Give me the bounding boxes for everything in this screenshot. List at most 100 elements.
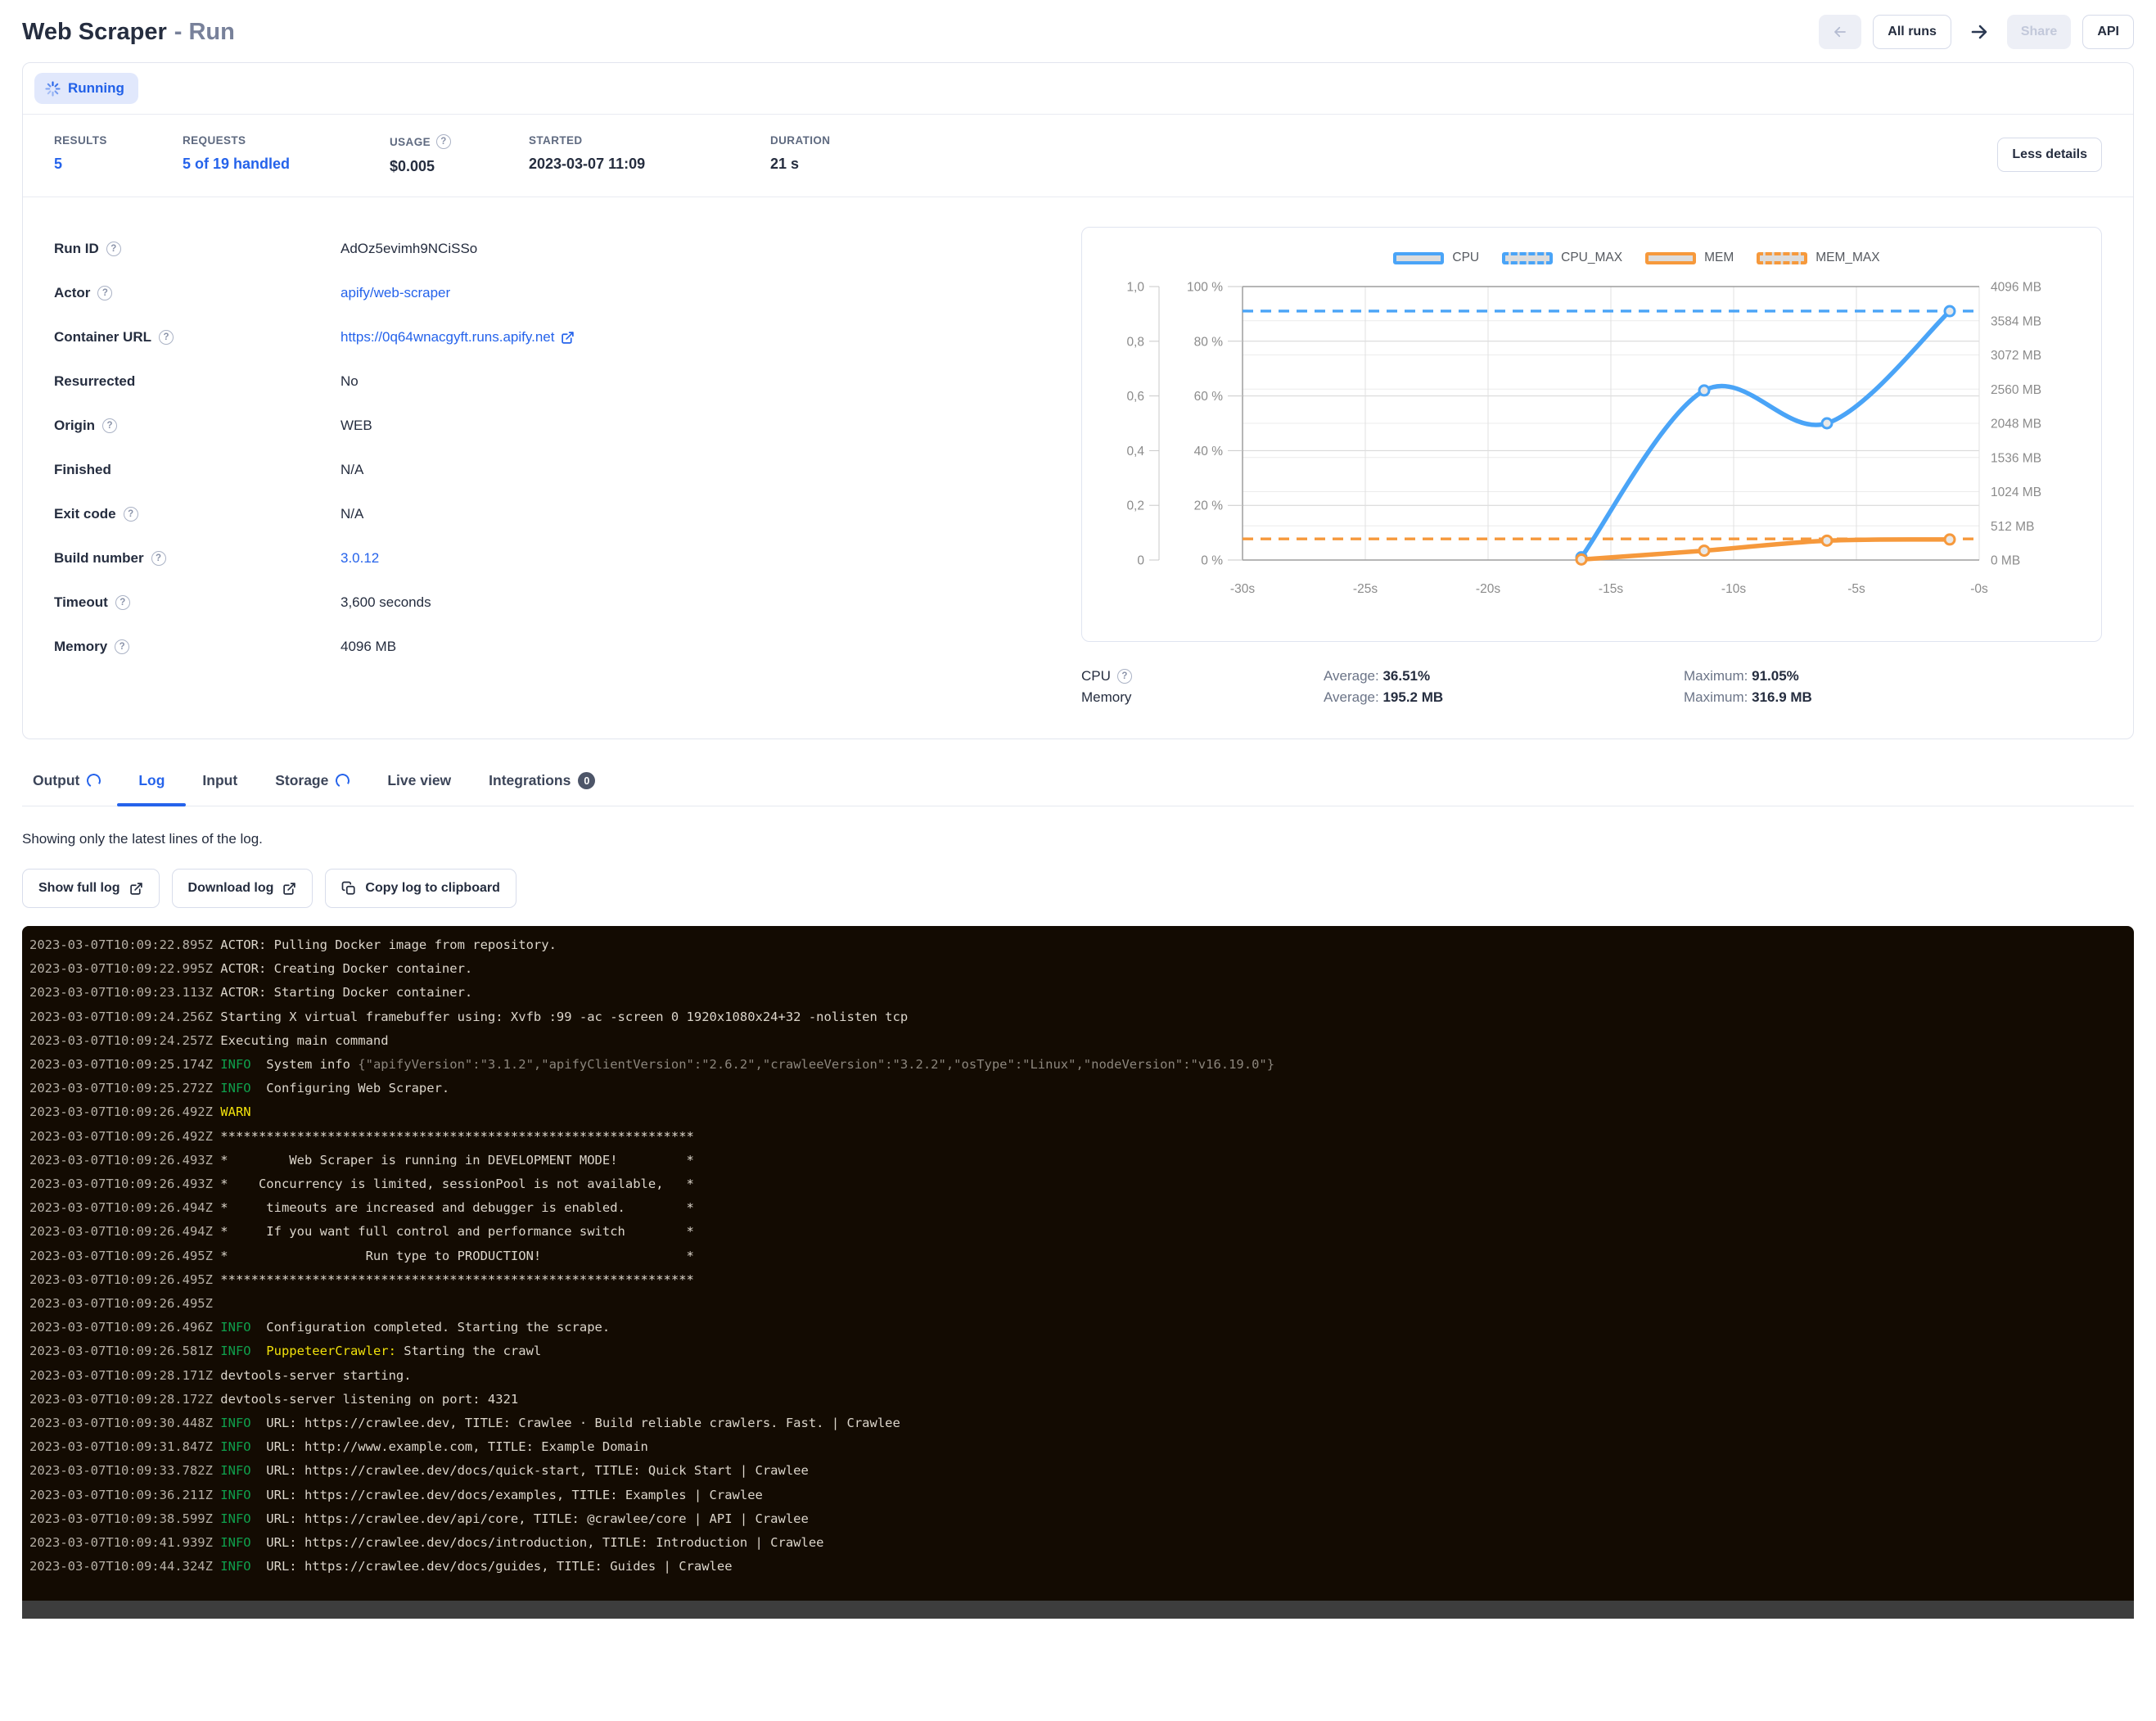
page: Web Scraper - Run All runs Share API bbox=[0, 0, 2156, 1619]
header-nav: All runs Share API bbox=[1819, 15, 2134, 49]
mem-line bbox=[1581, 540, 1950, 560]
chart-column: CPUCPU_MAXMEMMEM_MAX 1,00,80,60,40,20100… bbox=[1081, 227, 2102, 706]
all-runs-button[interactable]: All runs bbox=[1873, 15, 1951, 49]
detail-value-text: 3.0.12 bbox=[341, 550, 379, 567]
detail-label: Origin? bbox=[54, 418, 341, 434]
log-scrollbar[interactable] bbox=[22, 1601, 2134, 1619]
svg-text:-5s: -5s bbox=[1847, 582, 1865, 596]
detail-value-text: No bbox=[341, 373, 359, 390]
detail-row: Memory?4096 MB bbox=[54, 625, 1081, 669]
log-segment-msg: * If you want full control and performan… bbox=[220, 1224, 694, 1239]
log-line: 2023-03-07T10:09:26.495Z bbox=[29, 1292, 2134, 1316]
resource-stat-maximum: Maximum: 91.05% bbox=[1684, 668, 2102, 684]
legend-label: MEM bbox=[1704, 251, 1734, 265]
stat-label-text: USAGE bbox=[390, 136, 431, 148]
tab-log[interactable]: Log bbox=[138, 767, 165, 806]
previous-run-button[interactable] bbox=[1819, 15, 1861, 49]
copy-icon bbox=[341, 881, 356, 896]
next-run-button[interactable] bbox=[1963, 15, 1996, 49]
tab-live-view[interactable]: Live view bbox=[387, 767, 451, 806]
copy-log-to-clipboard-button[interactable]: Copy log to clipboard bbox=[325, 869, 516, 908]
log-segment-info: INFO bbox=[220, 1559, 250, 1574]
detail-label-text: Finished bbox=[54, 462, 111, 478]
detail-value[interactable]: https://0q64wnacgyft.runs.apify.net bbox=[341, 329, 575, 346]
average-value: 36.51% bbox=[1382, 668, 1430, 684]
resource-stat-average: Average: 36.51% bbox=[1324, 668, 1684, 684]
stat-usage: USAGE?$0.005 bbox=[390, 134, 529, 175]
log-line: 2023-03-07T10:09:31.847Z INFO URL: http:… bbox=[29, 1435, 2134, 1459]
log-timestamp: 2023-03-07T10:09:26.492Z bbox=[29, 1129, 220, 1144]
detail-label: Timeout? bbox=[54, 594, 341, 611]
log-timestamp: 2023-03-07T10:09:24.257Z bbox=[29, 1033, 220, 1048]
log-segment-msg: URL: http://www.example.com, TITLE: Exam… bbox=[251, 1439, 648, 1454]
tab-count-badge: 0 bbox=[578, 772, 595, 789]
stat-value[interactable]: 5 of 19 handled bbox=[183, 156, 390, 173]
log-segment-info: INFO bbox=[220, 1488, 250, 1502]
svg-text:0,8: 0,8 bbox=[1126, 335, 1144, 349]
svg-text:512 MB: 512 MB bbox=[1991, 520, 2034, 534]
log-line: 2023-03-07T10:09:26.495Z ***************… bbox=[29, 1268, 2134, 1292]
download-log-button[interactable]: Download log bbox=[172, 869, 313, 908]
help-icon: ? bbox=[159, 330, 174, 345]
external-link-icon bbox=[129, 882, 143, 896]
svg-text:0: 0 bbox=[1137, 554, 1144, 568]
external-link-icon bbox=[561, 331, 575, 345]
stat-results: RESULTS 5 bbox=[54, 134, 183, 173]
stat-value[interactable]: 5 bbox=[54, 156, 183, 173]
log-line: 2023-03-07T10:09:26.494Z * If you want f… bbox=[29, 1220, 2134, 1244]
log-line: 2023-03-07T10:09:25.174Z INFO System inf… bbox=[29, 1053, 2134, 1077]
svg-text:-15s: -15s bbox=[1599, 582, 1623, 596]
page-header: Web Scraper - Run All runs Share API bbox=[22, 15, 2134, 49]
log-segment-msg: * Web Scraper is running in DEVELOPMENT … bbox=[220, 1153, 694, 1168]
detail-value[interactable]: 3.0.12 bbox=[341, 550, 379, 567]
log-segment-msg: URL: https://crawlee.dev/docs/guides, TI… bbox=[251, 1559, 733, 1574]
log-timestamp: 2023-03-07T10:09:26.493Z bbox=[29, 1177, 220, 1191]
detail-value[interactable]: apify/web-scraper bbox=[341, 285, 450, 301]
detail-label-text: Build number bbox=[54, 550, 144, 567]
tab-output[interactable]: Output bbox=[33, 767, 101, 806]
log-button-label: Download log bbox=[188, 881, 274, 896]
log-segment-info: INFO bbox=[220, 1439, 250, 1454]
status-badge: Running bbox=[34, 73, 138, 104]
stat-duration: DURATION21 s bbox=[770, 134, 830, 173]
resource-stat-name: CPU bbox=[1081, 668, 1111, 684]
svg-text:3072 MB: 3072 MB bbox=[1991, 349, 2041, 363]
svg-text:2048 MB: 2048 MB bbox=[1991, 418, 2041, 431]
arrow-left-icon bbox=[1833, 23, 1847, 41]
less-details-button[interactable]: Less details bbox=[1997, 138, 2102, 172]
log-segment-msg bbox=[251, 1344, 267, 1358]
tab-input[interactable]: Input bbox=[202, 767, 237, 806]
log-segment-dim: {"apifyVersion":"3.1.2","apifyClientVers… bbox=[358, 1057, 1274, 1072]
loading-spinner-icon bbox=[85, 772, 102, 789]
log-line: 2023-03-07T10:09:26.492Z ***************… bbox=[29, 1125, 2134, 1149]
api-button[interactable]: API bbox=[2082, 15, 2134, 49]
tabs: Output Log Input Storage Live view Integratio… bbox=[33, 767, 2134, 806]
log-line: 2023-03-07T10:09:22.895Z ACTOR: Pulling … bbox=[29, 933, 2134, 957]
log-segment-msg: devtools-server starting. bbox=[220, 1368, 411, 1383]
maximum-value: 91.05% bbox=[1752, 668, 1799, 684]
external-link-icon bbox=[282, 882, 296, 896]
resource-stats: CPU?Average: 36.51%Maximum: 91.05%Memory… bbox=[1081, 668, 2102, 706]
stat-label-text: RESULTS bbox=[54, 134, 107, 147]
stat-started: STARTED2023-03-07 11:09 bbox=[529, 134, 770, 173]
detail-row: Build number?3.0.12 bbox=[54, 536, 1081, 580]
log-line: 2023-03-07T10:09:26.492Z WARN bbox=[29, 1100, 2134, 1124]
log-timestamp: 2023-03-07T10:09:26.496Z bbox=[29, 1320, 220, 1335]
help-icon: ? bbox=[124, 507, 138, 522]
log-line: 2023-03-07T10:09:28.172Z devtools-server… bbox=[29, 1388, 2134, 1412]
stat-label-text: REQUESTS bbox=[183, 134, 246, 147]
share-button[interactable]: Share bbox=[2007, 15, 2071, 49]
log-line: 2023-03-07T10:09:28.171Z devtools-server… bbox=[29, 1364, 2134, 1388]
log-line: 2023-03-07T10:09:30.448Z INFO URL: https… bbox=[29, 1412, 2134, 1435]
detail-label-text: Container URL bbox=[54, 329, 151, 346]
tab-integrations[interactable]: Integrations0 bbox=[489, 767, 595, 806]
detail-label: Memory? bbox=[54, 639, 341, 655]
tab-storage[interactable]: Storage bbox=[275, 767, 350, 806]
help-icon: ? bbox=[97, 286, 112, 300]
legend-item-cpu: CPU bbox=[1393, 251, 1479, 265]
log-timestamp: 2023-03-07T10:09:26.492Z bbox=[29, 1104, 220, 1119]
detail-row: Exit code?N/A bbox=[54, 492, 1081, 536]
svg-text:0 MB: 0 MB bbox=[1991, 554, 2020, 568]
show-full-log-button[interactable]: Show full log bbox=[22, 869, 160, 908]
detail-row: FinishedN/A bbox=[54, 448, 1081, 492]
